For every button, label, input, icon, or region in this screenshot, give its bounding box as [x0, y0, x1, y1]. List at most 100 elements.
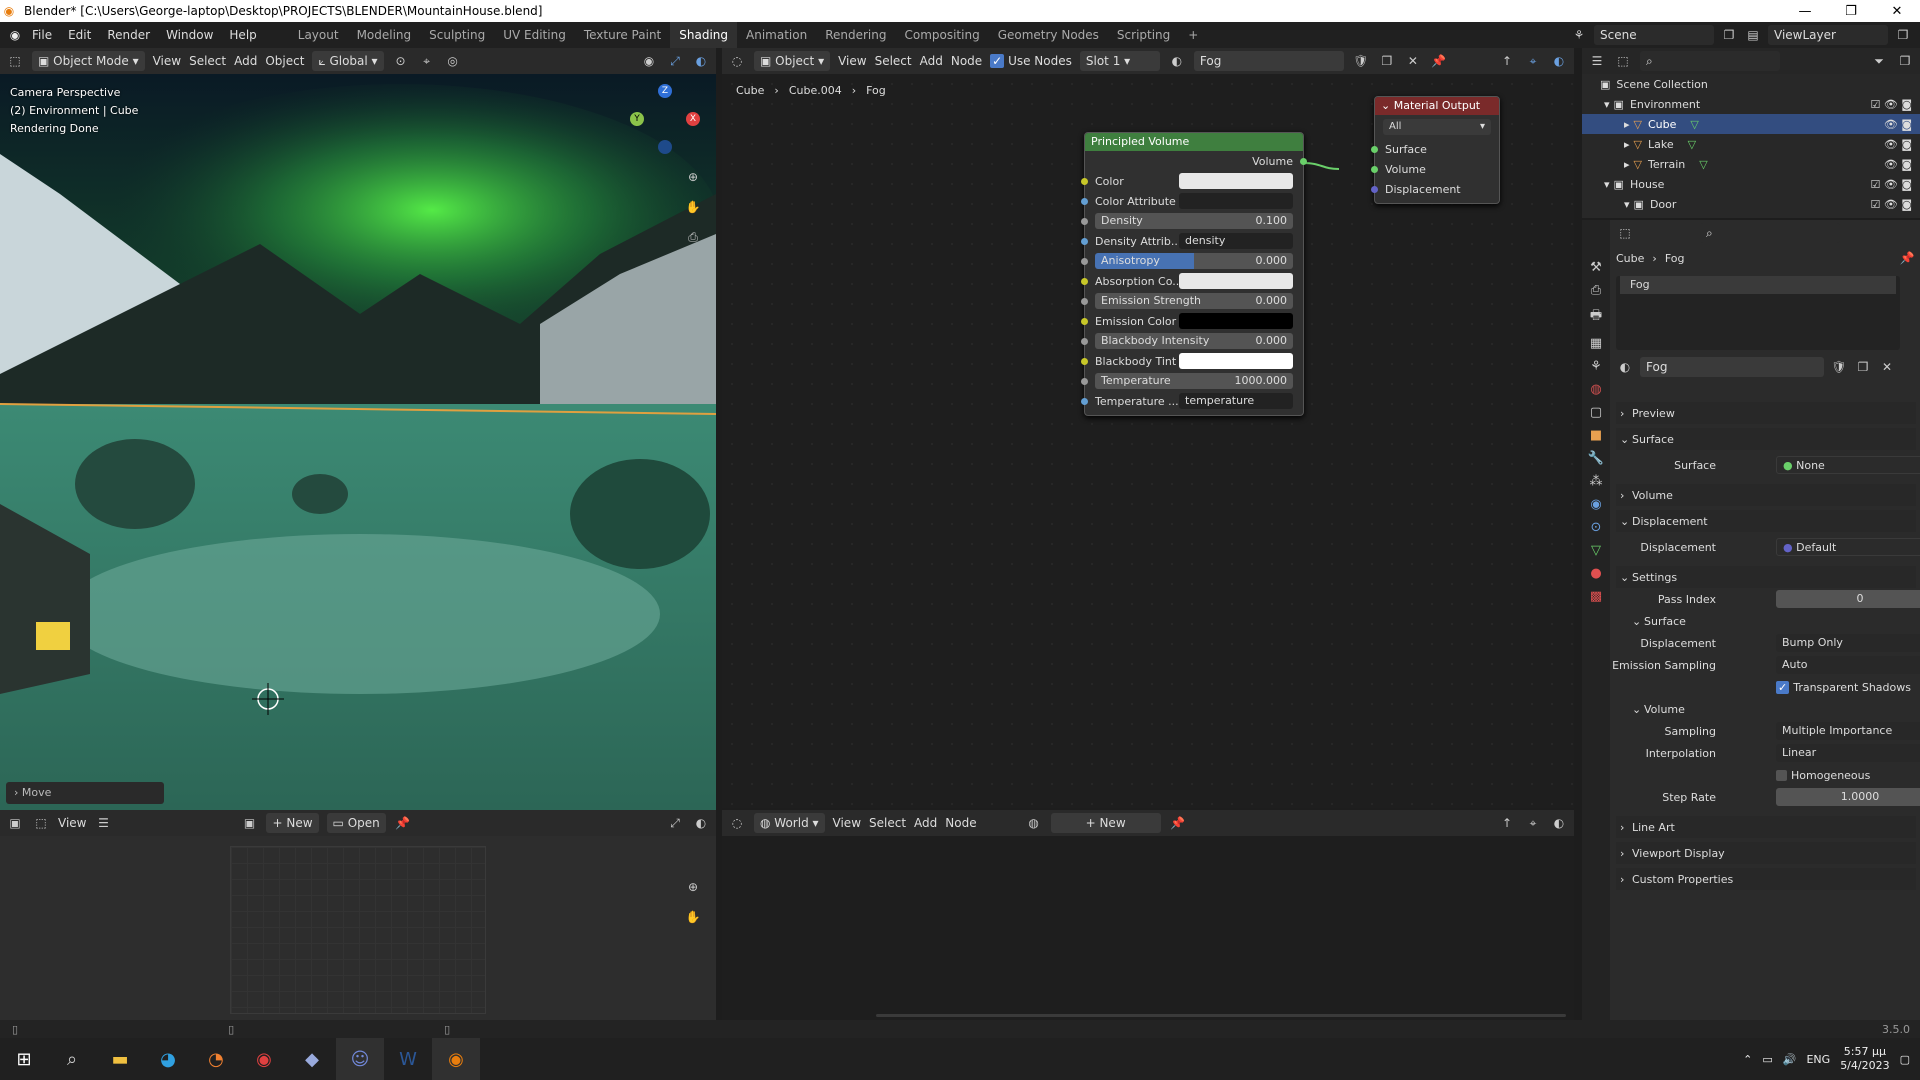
- view-layer-icon[interactable]: ▤: [1744, 26, 1762, 44]
- proportional-icon[interactable]: ◎: [444, 52, 462, 70]
- panel-settings[interactable]: ⌄ Settings: [1616, 566, 1916, 588]
- image-zoom-icon[interactable]: ⊕: [684, 878, 702, 896]
- 3d-viewport[interactable]: Camera Perspective (2) Environment | Cub…: [0, 74, 716, 810]
- add-workspace-icon[interactable]: +: [1179, 22, 1207, 48]
- temperature-attribute-field[interactable]: temperature: [1179, 393, 1293, 409]
- homogeneous-checkbox[interactable]: Homogeneous: [1791, 769, 1870, 782]
- tab-sculpting[interactable]: Sculpting: [420, 22, 494, 48]
- search-icon[interactable]: ⌕: [48, 1038, 96, 1080]
- slot-selector[interactable]: Slot 1 ▾: [1079, 51, 1160, 71]
- visibility-icon[interactable]: ◉: [640, 52, 658, 70]
- emission-select[interactable]: Auto▾: [1776, 656, 1920, 674]
- gizmo-neg-z[interactable]: [658, 140, 672, 154]
- gizmo-icon[interactable]: ⤢: [666, 52, 684, 70]
- node-editor-type-icon[interactable]: ◌: [728, 52, 746, 70]
- display-mode-icon[interactable]: ⬚: [1614, 52, 1632, 70]
- app-icon[interactable]: ◆: [288, 1038, 336, 1080]
- props-type-icon[interactable]: ⬚: [1616, 224, 1634, 242]
- panel-custom-properties[interactable]: › Custom Properties: [1616, 868, 1916, 890]
- panel-displacement[interactable]: ⌄ Displacement: [1616, 510, 1916, 532]
- principled-volume-node[interactable]: Principled Volume Volume Color Color Att…: [1081, 132, 1307, 416]
- minimize-icon[interactable]: —: [1782, 4, 1828, 19]
- material-slot-fog[interactable]: Fog: [1620, 276, 1896, 294]
- step-rate-field[interactable]: 1.0000: [1776, 788, 1920, 806]
- unlink-material-icon[interactable]: ✕: [1404, 52, 1422, 70]
- tab-texture-paint[interactable]: Texture Paint: [575, 22, 670, 48]
- firefox-icon[interactable]: ◔: [192, 1038, 240, 1080]
- overlay-icon[interactable]: ◐: [692, 52, 710, 70]
- orientation-selector[interactable]: ⟀ Global ▾: [312, 51, 384, 71]
- snap-node-icon[interactable]: ⌖: [1524, 52, 1542, 70]
- transparent-shadows-row[interactable]: ✓ Transparent Shadows: [1616, 676, 1916, 698]
- subpanel-volume[interactable]: ⌄ Volume: [1616, 698, 1916, 720]
- panel-volume[interactable]: › Volume: [1616, 484, 1916, 506]
- material-icon[interactable]: ◐: [1168, 52, 1186, 70]
- collection-tab-icon[interactable]: ▢: [1590, 405, 1602, 420]
- displacement-input-socket[interactable]: [1371, 185, 1378, 193]
- render-tab-icon[interactable]: ⎙: [1591, 283, 1601, 298]
- new-view-layer-icon[interactable]: ❐: [1894, 26, 1912, 44]
- panel-line-art[interactable]: › Line Art: [1616, 816, 1916, 838]
- view-layer-selector[interactable]: ViewLayer: [1768, 25, 1888, 45]
- maximize-icon[interactable]: ❐: [1828, 4, 1874, 19]
- node-menu-add[interactable]: Add: [920, 54, 943, 68]
- parent-node-icon[interactable]: ↑: [1498, 52, 1516, 70]
- node-menu-select[interactable]: Select: [875, 54, 912, 68]
- volume-output-socket[interactable]: [1300, 157, 1307, 165]
- anisotropy-field[interactable]: Anisotropy 0.000: [1095, 253, 1293, 269]
- image-pin-icon[interactable]: 📌: [394, 814, 412, 832]
- tab-animation[interactable]: Animation: [737, 22, 816, 48]
- tray-chevron-icon[interactable]: ⌃: [1743, 1053, 1752, 1066]
- volume-icon[interactable]: 🔊: [1783, 1053, 1797, 1066]
- mode-selector[interactable]: ▣ Object Mode ▾: [32, 51, 145, 71]
- texture-tab-icon[interactable]: ▩: [1590, 589, 1602, 604]
- world-menu-node[interactable]: Node: [945, 816, 976, 830]
- menu-render[interactable]: Render: [99, 28, 158, 42]
- blender-menu-icon[interactable]: ◉: [6, 26, 24, 44]
- scene-tab-icon[interactable]: ⚘: [1590, 359, 1602, 374]
- clock[interactable]: 5:57 μμ 5/4/2023: [1840, 1045, 1889, 1073]
- node-title[interactable]: Principled Volume: [1085, 133, 1303, 151]
- world-browse-icon[interactable]: ◍: [1025, 814, 1043, 832]
- world-editor-type-icon[interactable]: ◌: [728, 814, 746, 832]
- filter-icon[interactable]: ⏷: [1870, 52, 1888, 70]
- scene-icon[interactable]: ⚘: [1570, 26, 1588, 44]
- homogeneous-row[interactable]: Homogeneous: [1616, 764, 1916, 786]
- material-tab-icon[interactable]: ●: [1590, 566, 1601, 581]
- node-menu-node[interactable]: Node: [951, 54, 982, 68]
- tab-layout[interactable]: Layout: [289, 22, 348, 48]
- outliner-type-icon[interactable]: ☰: [1588, 52, 1606, 70]
- navigation-gizmo[interactable]: Z Y X: [630, 84, 702, 156]
- props-material-name[interactable]: Fog: [1640, 357, 1824, 377]
- menu-help[interactable]: Help: [221, 28, 264, 42]
- world-pin-icon[interactable]: 📌: [1169, 814, 1187, 832]
- world-snap-icon[interactable]: ⌖: [1524, 814, 1542, 832]
- material-output-node[interactable]: ⌄ Material Output All ▾ Surface Volume D…: [1371, 96, 1500, 204]
- new-collection-icon[interactable]: ❐: [1896, 52, 1914, 70]
- output-target-selector[interactable]: All ▾: [1383, 119, 1491, 135]
- tab-geometry-nodes[interactable]: Geometry Nodes: [989, 22, 1108, 48]
- props-search[interactable]: ⌕: [1700, 223, 1840, 243]
- word-icon[interactable]: W: [384, 1038, 432, 1080]
- file-explorer-icon[interactable]: ▬: [96, 1038, 144, 1080]
- surface-shader-field[interactable]: ● None: [1776, 456, 1920, 474]
- image-overlay-icon[interactable]: ◐: [692, 814, 710, 832]
- world-node-editor[interactable]: ◌ ◍ World ▾ View Select Add Node ◍ + New…: [722, 810, 1574, 1020]
- notification-icon[interactable]: ▢: [1900, 1053, 1910, 1066]
- use-nodes-checkbox[interactable]: ✓ Use Nodes: [990, 54, 1072, 68]
- outliner-item-terrain[interactable]: ▸ ▽ Terrain ▽ 👁 ◙: [1582, 154, 1920, 174]
- node-overlay-icon[interactable]: ◐: [1550, 52, 1568, 70]
- tab-uv-editing[interactable]: UV Editing: [494, 22, 575, 48]
- world-menu-view[interactable]: View: [833, 816, 861, 830]
- edge-icon[interactable]: ◕: [144, 1038, 192, 1080]
- emission-color-field[interactable]: [1179, 313, 1293, 329]
- horizontal-scrollbar[interactable]: [876, 1014, 1566, 1017]
- props-new-material-icon[interactable]: ❐: [1854, 358, 1872, 376]
- image-browse-icon[interactable]: ▣: [240, 814, 258, 832]
- blackbody-tint-field[interactable]: [1179, 353, 1293, 369]
- viewport-menu-view[interactable]: View: [153, 54, 181, 68]
- subpanel-surface[interactable]: ⌄ Surface: [1616, 610, 1916, 632]
- disp-method-select[interactable]: Bump Only▾: [1776, 634, 1920, 652]
- image-editor-type-icon[interactable]: ▣: [6, 814, 24, 832]
- color-attribute-field[interactable]: [1179, 193, 1293, 209]
